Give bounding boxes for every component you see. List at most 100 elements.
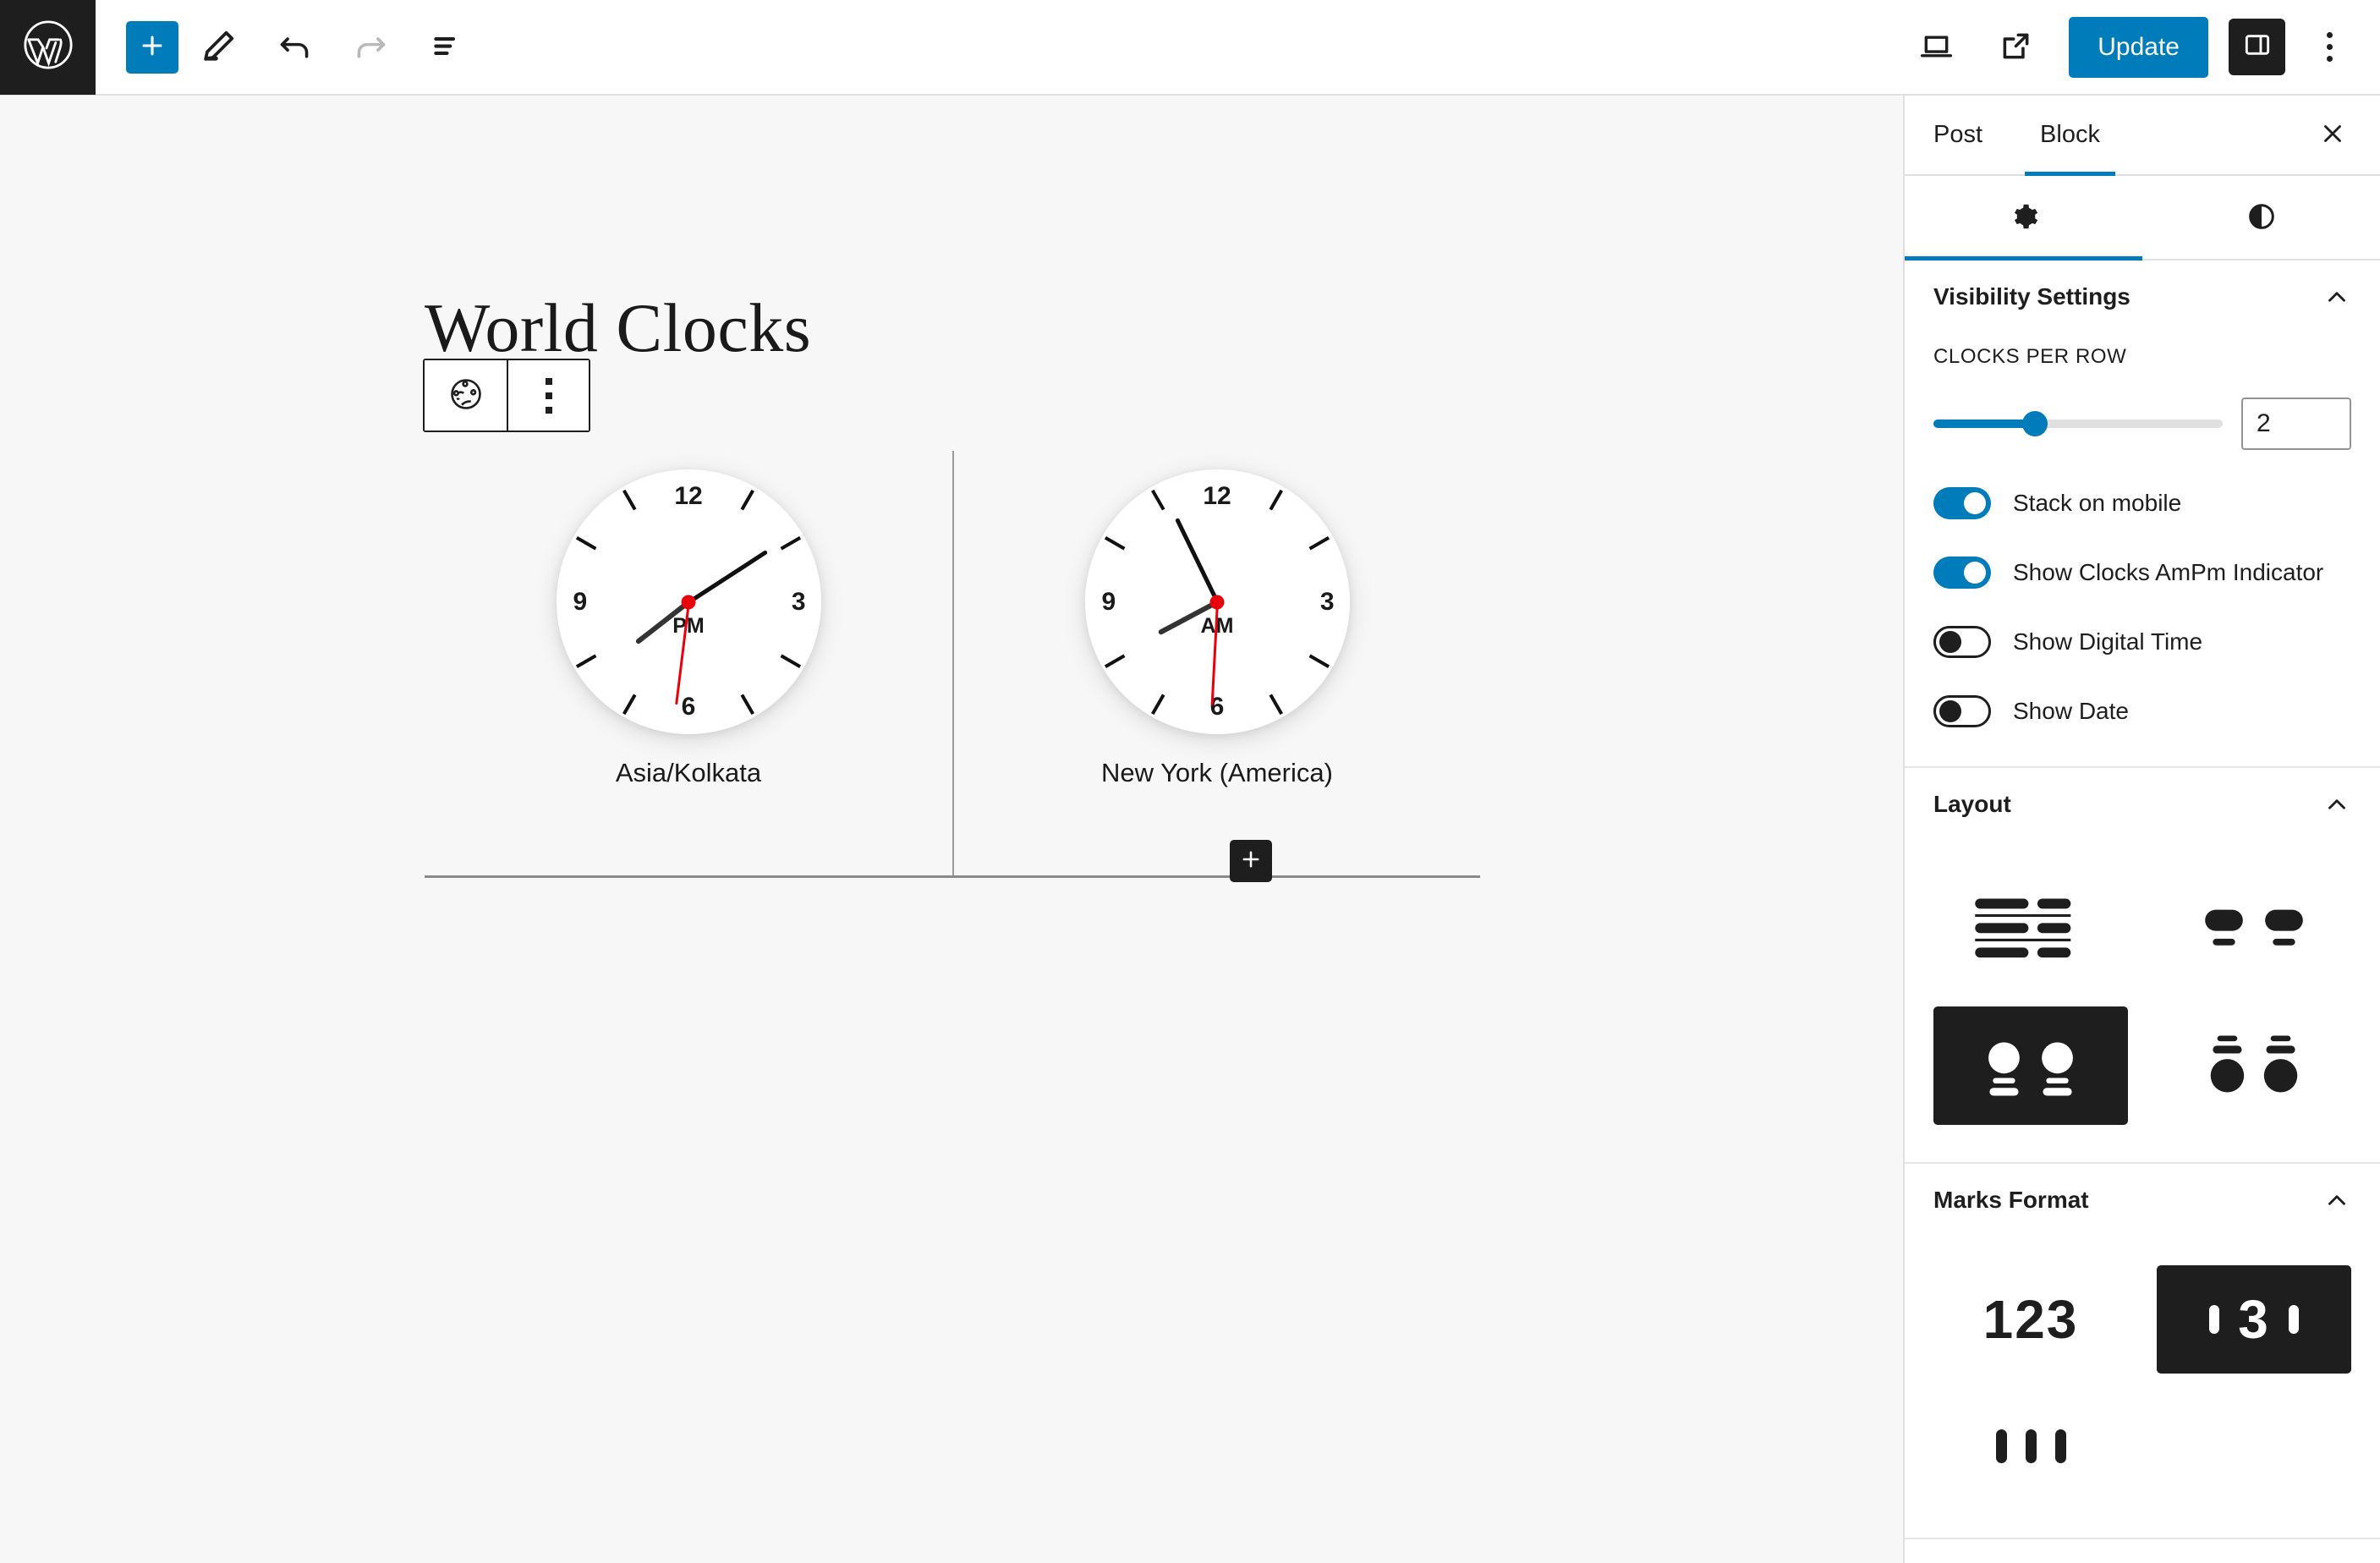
block-type-world-clock-button[interactable] xyxy=(425,360,507,431)
clock-tick xyxy=(740,489,754,510)
styles-tab[interactable] xyxy=(2142,176,2380,259)
chevron-up-icon[interactable] xyxy=(2322,790,2351,819)
slider-thumb[interactable] xyxy=(2021,411,2048,436)
clock-tick xyxy=(780,535,802,550)
close-sidebar-button[interactable] xyxy=(2307,110,2358,161)
clocks-per-row-input[interactable]: 2 xyxy=(2241,398,2351,450)
tab-post[interactable]: Post xyxy=(1905,96,2011,174)
list-view-icon xyxy=(428,27,466,68)
view-post-button[interactable] xyxy=(1979,11,2052,84)
top-bar-tools-right: Update xyxy=(1900,11,2380,84)
add-block-button[interactable] xyxy=(126,20,178,74)
marks-option-ticks-only[interactable] xyxy=(1933,1392,2128,1500)
panel-layout-header[interactable]: Layout xyxy=(1933,768,2351,841)
editor-top-bar: Update xyxy=(0,0,2380,96)
world-clock-globe-icon xyxy=(447,375,485,416)
block-options-button[interactable] xyxy=(507,360,589,431)
pencil-icon xyxy=(200,27,238,68)
clocks-row: 12 3 6 9 PM Asia/Kolkata 12 3 6 9 New Yo… xyxy=(425,451,1480,878)
undo-button[interactable] xyxy=(258,11,331,84)
clock-number-9: 9 xyxy=(573,587,588,616)
clock-minute-hand xyxy=(687,549,768,604)
settings-tab[interactable] xyxy=(1905,176,2142,260)
clock-tick xyxy=(575,654,597,668)
clock-tick xyxy=(1104,654,1126,668)
clock-center-pivot xyxy=(1209,595,1225,609)
clock-number-9: 9 xyxy=(1101,587,1116,616)
marks-ticks-only-preview xyxy=(1995,1429,2066,1463)
clock-tick xyxy=(780,654,802,668)
layout-option-list-rows[interactable] xyxy=(1933,869,2128,988)
clock-tick xyxy=(1151,489,1165,510)
panel-layout: Layout xyxy=(1905,768,2380,1164)
clock-tick xyxy=(1308,654,1330,668)
clock-number-3: 3 xyxy=(791,587,806,616)
clocks-per-row-slider[interactable] xyxy=(1933,411,2223,436)
marks-numerals-label: 123 xyxy=(1982,1289,2079,1350)
panel-marks-format-header[interactable]: Marks Format xyxy=(1933,1164,2351,1237)
toggle-label: Stack on mobile xyxy=(2013,490,2182,516)
world-clocks-block[interactable]: 12 3 6 9 PM Asia/Kolkata 12 3 6 9 New Yo… xyxy=(425,451,1480,878)
redo-button[interactable] xyxy=(334,11,407,84)
clock-number-12: 12 xyxy=(674,482,703,510)
marks-option-numeral-with-ticks[interactable]: 3 xyxy=(2157,1265,2351,1374)
three-dots-vertical-icon xyxy=(545,377,552,414)
clock-cell[interactable]: 12 3 6 9 PM Asia/Kolkata xyxy=(425,451,952,875)
append-block-button[interactable] xyxy=(1230,840,1272,882)
toggle-show-date[interactable] xyxy=(1933,695,1991,727)
tab-block[interactable]: Block xyxy=(2011,96,2129,176)
view-post-external-link-icon xyxy=(1997,27,2035,68)
slider-fill xyxy=(1933,420,2035,428)
panel-title: Visibility Settings xyxy=(1933,283,2130,310)
panel-marks-format: Marks Format 123 3 xyxy=(1905,1164,2380,1539)
clock-tick xyxy=(575,535,597,550)
chevron-up-icon[interactable] xyxy=(2322,282,2351,311)
clock-tick xyxy=(740,694,754,715)
sidebar-tab-bar: Post Block xyxy=(1905,96,2380,176)
toggle-show-clocks-ampm-indicator[interactable] xyxy=(1933,557,1991,589)
wordpress-logo-button[interactable] xyxy=(0,0,96,95)
toggle-row-show-digital-time: Show Digital Time xyxy=(1933,626,2351,658)
clock-number-6: 6 xyxy=(681,693,696,721)
clocks-per-row-label: CLOCKS PER ROW xyxy=(1933,345,2127,368)
chevron-up-icon[interactable] xyxy=(2322,1186,2351,1215)
clock-tick xyxy=(1104,535,1126,550)
document-overview-button[interactable] xyxy=(410,11,483,84)
clock-center-pivot xyxy=(681,595,696,609)
gear-icon xyxy=(2008,200,2040,235)
settings-sidebar: Post Block Visibility Settings CLOCKS PE… xyxy=(1903,96,2380,1563)
edit-tool-button[interactable] xyxy=(182,11,255,84)
clock-cell[interactable]: 12 3 6 9 AM New York (America) xyxy=(952,451,1480,875)
layout-option-circle-pair-label-above[interactable] xyxy=(2157,1006,2351,1125)
toggle-stack-on-mobile[interactable] xyxy=(1933,487,1991,519)
contrast-half-circle-icon xyxy=(2246,200,2278,235)
layout-option-pill-pair[interactable] xyxy=(2157,869,2351,988)
clock-tick xyxy=(1269,489,1283,510)
sidebar-panel-icon xyxy=(2241,29,2273,65)
toggle-show-digital-time[interactable] xyxy=(1933,626,1991,658)
more-options-button[interactable] xyxy=(2304,14,2355,81)
marks-option-empty-slot xyxy=(2157,1392,2351,1500)
clock-tick xyxy=(1151,694,1165,715)
update-button[interactable]: Update xyxy=(2069,16,2208,78)
wordpress-logo-icon xyxy=(22,19,74,75)
layout-option-circle-pair-label-below[interactable] xyxy=(1933,1006,2128,1125)
toggle-label: Show Date xyxy=(2013,698,2129,724)
desktop-preview-icon xyxy=(1917,27,1955,68)
marks-option-numerals[interactable]: 123 xyxy=(1933,1265,2128,1374)
editor-canvas[interactable]: World Clocks 12 3 6 9 PM Asia/Kolkata 12… xyxy=(0,96,1903,1563)
page-title[interactable]: World Clocks xyxy=(425,288,811,368)
clock-timezone-label: Asia/Kolkata xyxy=(615,758,762,787)
panel-visibility-settings-header[interactable]: Visibility Settings xyxy=(1933,260,2351,333)
clock-tick xyxy=(622,489,637,510)
three-dots-vertical-icon xyxy=(2326,32,2333,38)
panel-visibility-settings: Visibility Settings CLOCKS PER ROW 2 Sta… xyxy=(1905,260,2380,768)
clock-minute-hand xyxy=(1174,517,1220,603)
clock-timezone-label: New York (America) xyxy=(1101,758,1333,787)
settings-sidebar-toggle-button[interactable] xyxy=(2229,19,2285,75)
toggle-row-stack-on-mobile: Stack on mobile xyxy=(1933,487,2351,519)
clock-number-3: 3 xyxy=(1319,587,1335,616)
clock-number-12: 12 xyxy=(1203,482,1231,510)
device-preview-button[interactable] xyxy=(1900,11,1972,84)
marks-numeral-with-ticks-preview: 3 xyxy=(2209,1288,2299,1351)
